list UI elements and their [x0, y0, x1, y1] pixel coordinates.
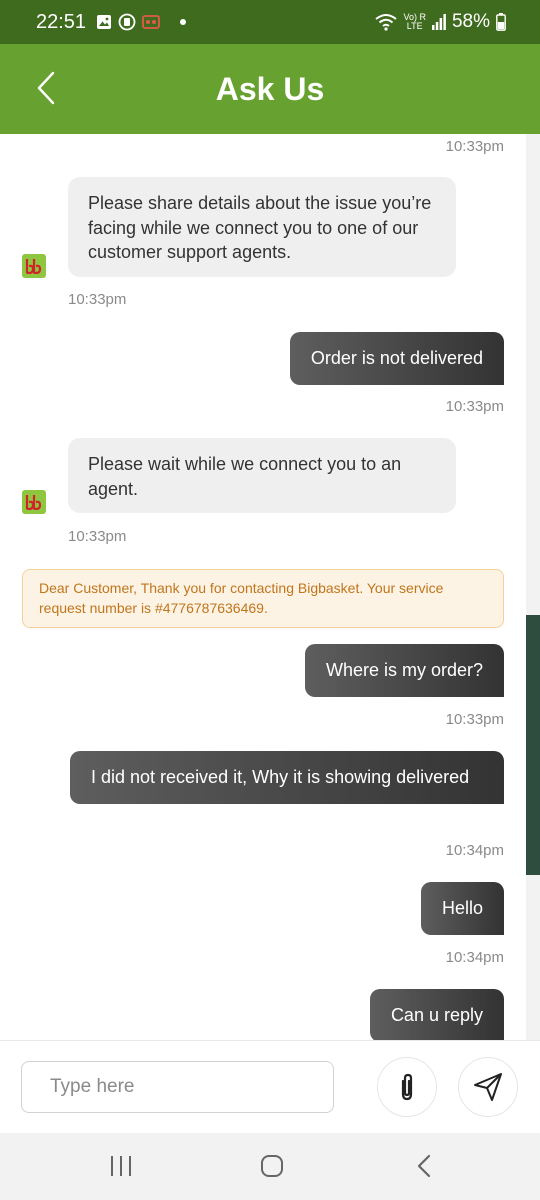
bot-message: Please share details about the issue you… [68, 177, 456, 277]
status-time: 22:51 [36, 10, 87, 33]
app-header: Ask Us [0, 44, 540, 134]
network-label: Vo) R LTE [403, 13, 426, 31]
message-timestamp: 10:33pm [445, 138, 504, 155]
service-request-banner: Dear Customer, Thank you for contacting … [22, 569, 504, 628]
system-nav-bar [0, 1133, 540, 1200]
scrollbar-thumb[interactable] [526, 615, 540, 875]
recent-apps-icon [111, 1156, 131, 1176]
gallery-icon [96, 14, 112, 30]
user-message: Can u reply [369, 989, 504, 1040]
scrollbar-track[interactable] [526, 134, 540, 1040]
home-button[interactable] [252, 1151, 292, 1181]
bigbasket-logo-icon [22, 490, 46, 514]
back-button[interactable] [26, 68, 66, 108]
status-right: Vo) R LTE 58% [375, 11, 506, 33]
user-message: Order is not delivered [289, 332, 504, 385]
message-timestamp: 10:34pm [445, 842, 504, 859]
nav-back-button[interactable] [404, 1151, 444, 1181]
status-bar: 22:51 Vo) R LTE 58% [0, 0, 540, 44]
send-icon [474, 1073, 502, 1101]
recent-apps-button[interactable] [101, 1151, 141, 1181]
paperclip-icon [401, 1073, 413, 1101]
user-message: Where is my order? [304, 644, 504, 697]
wifi-icon [375, 13, 398, 31]
send-button[interactable] [458, 1057, 518, 1117]
sync-icon [118, 13, 136, 31]
chat-messages[interactable]: 10:33pm Please share details about the i… [0, 134, 540, 1040]
attach-button[interactable] [377, 1057, 437, 1117]
network-bottom-label: LTE [406, 21, 423, 31]
more-notifications-dot [180, 19, 187, 25]
back-icon [417, 1154, 431, 1178]
app-notification-icon [142, 14, 160, 30]
message-composer [0, 1040, 540, 1133]
chevron-left-icon [37, 71, 55, 105]
home-icon [261, 1155, 283, 1177]
message-timestamp: 10:33pm [68, 528, 127, 545]
message-timestamp: 10:33pm [68, 291, 127, 308]
page-title: Ask Us [215, 70, 325, 107]
notification-icons [96, 13, 187, 31]
bigbasket-logo-icon [22, 254, 46, 278]
message-timestamp: 10:33pm [445, 711, 504, 728]
user-message: Hello [420, 882, 504, 935]
bot-message: Please wait while we connect you to an a… [68, 438, 456, 513]
battery-icon [496, 13, 506, 31]
message-input[interactable] [21, 1061, 334, 1113]
user-message: I did not received it, Why it is showing… [70, 751, 504, 804]
signal-icon [431, 14, 446, 30]
message-timestamp: 10:33pm [445, 398, 504, 415]
message-timestamp: 10:34pm [445, 949, 504, 966]
battery-percent: 58% [451, 11, 490, 32]
